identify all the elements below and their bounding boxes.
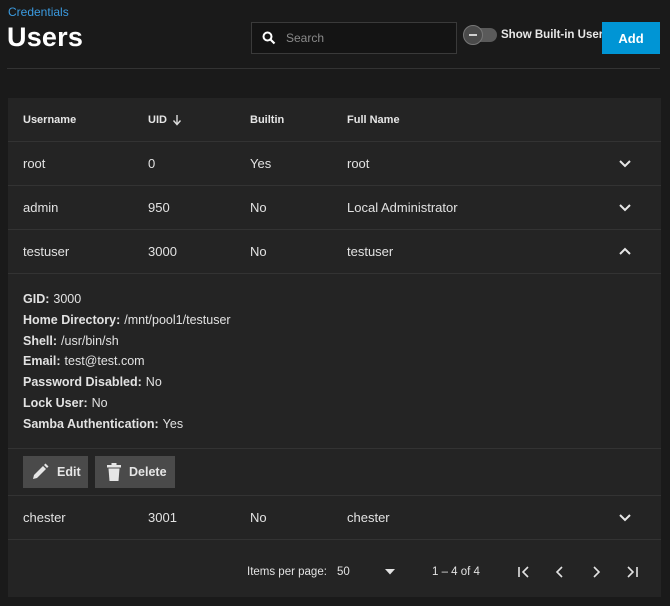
cell-builtin: No [250,510,267,525]
detail-value: Yes [162,416,184,431]
page-size-select[interactable]: 50 [337,550,397,594]
detail-email: Email: test@test.com [23,354,661,375]
cell-full-name: root [347,156,370,171]
dropdown-arrow-icon [385,569,395,575]
chevron-down-icon[interactable] [618,142,632,185]
next-page-icon[interactable] [584,560,608,584]
chevron-up-icon[interactable] [618,230,632,273]
trash-icon [107,463,121,481]
detail-key: Lock User: [23,395,88,410]
cell-builtin: Yes [250,156,272,171]
detail-key: GID: [23,292,50,306]
users-table: Username UID Builtin Full Name root 0 Ye… [8,98,661,597]
table-row[interactable]: root 0 Yes root [8,142,661,186]
toggle-label: Show Built-in Users [501,29,610,41]
user-details: GID: 3000 Home Directory:/mnt/pool1/testu… [8,274,661,449]
detail-actions: Edit Delete [8,449,661,496]
cell-username: admin [23,200,59,215]
toggle-switch[interactable] [463,25,497,45]
detail-value: 3000 [53,292,82,306]
detail-key: Samba Authentication: [23,416,159,431]
last-page-icon[interactable] [620,560,644,584]
cell-username: testuser [23,244,70,259]
breadcrumb[interactable]: Credentials [8,5,69,19]
detail-key: Home Directory: [23,312,121,327]
col-header-uid[interactable]: UID [148,98,182,141]
items-per-page-label: Items per page: [247,566,327,578]
search-icon [252,31,286,45]
pencil-icon [31,463,49,481]
prev-page-icon[interactable] [548,560,572,584]
cell-uid: 950 [148,200,170,215]
add-button[interactable]: Add [602,22,660,54]
edit-button[interactable]: Edit [23,456,88,488]
col-header-full-name[interactable]: Full Name [347,98,400,141]
detail-password-disabled: Password Disabled: No [23,375,661,396]
toggle-knob [463,25,483,45]
delete-button[interactable]: Delete [95,456,175,488]
detail-key: Shell: [23,333,58,348]
detail-key: Email: [23,354,61,369]
detail-value: /usr/bin/sh [61,333,119,348]
cell-full-name: Local Administrator [347,200,458,215]
detail-lock-user: Lock User: No [23,396,661,417]
cell-username: root [23,156,46,171]
detail-value: test@test.com [64,354,145,369]
detail-shell: Shell:/usr/bin/sh [23,334,661,355]
search-box[interactable] [251,22,457,54]
page-title: Users [7,22,84,52]
cell-uid: 3001 [148,510,177,525]
show-builtin-toggle[interactable]: Show Built-in Users [463,25,610,45]
cell-full-name: chester [347,510,390,525]
col-header-uid-label: UID [148,113,167,126]
page-size-value: 50 [337,566,350,578]
edit-label: Edit [57,465,81,479]
header-divider [7,68,660,69]
cell-uid: 0 [148,156,156,171]
cell-username: chester [23,510,66,525]
paginator: Items per page: 50 1 – 4 of 4 [8,550,661,594]
sort-arrow-down-icon [172,114,182,126]
chevron-down-icon[interactable] [618,186,632,229]
cell-full-name: testuser [347,244,394,259]
table-row[interactable]: admin 950 No Local Administrator [8,186,661,230]
col-header-username[interactable]: Username [23,98,76,141]
delete-label: Delete [129,465,167,479]
detail-gid: GID: 3000 [23,292,661,313]
table-row[interactable]: chester 3001 No chester [8,496,661,540]
chevron-down-icon[interactable] [618,496,632,539]
cell-uid: 3000 [148,244,177,259]
detail-samba-authentication: Samba Authentication: Yes [23,417,661,438]
cell-builtin: No [250,200,267,215]
first-page-icon[interactable] [512,560,536,584]
col-header-builtin[interactable]: Builtin [250,98,284,141]
table-header: Username UID Builtin Full Name [8,98,661,142]
detail-key: Password Disabled: [23,375,142,390]
cell-builtin: No [250,244,267,259]
detail-home-directory: Home Directory:/mnt/pool1/testuser [23,313,661,334]
detail-value: No [91,395,108,410]
detail-value: /mnt/pool1/testuser [124,312,231,327]
table-row-expanded[interactable]: testuser 3000 No testuser [8,230,661,274]
search-input[interactable] [286,31,446,45]
page-range: 1 – 4 of 4 [432,566,480,578]
detail-value: No [145,375,162,390]
